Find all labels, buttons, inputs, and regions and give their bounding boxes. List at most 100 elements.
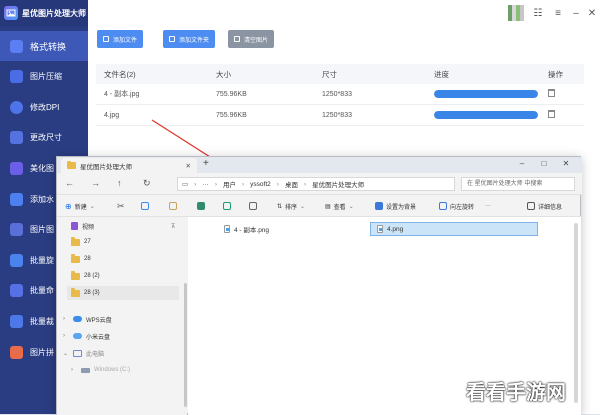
pin-icon: ⊼	[171, 223, 176, 230]
nav-item-label: 小米云盘	[86, 334, 111, 341]
cut-icon[interactable]: ✂	[117, 199, 125, 213]
clear-images-button[interactable]: 清空图片	[228, 30, 275, 48]
details-label: 详细信息	[538, 204, 563, 211]
details-button[interactable]: 详细信息	[527, 199, 562, 213]
nav-item-label: 28 (3)	[84, 290, 100, 296]
crop-icon	[10, 314, 23, 328]
minimize-icon[interactable]: –	[570, 7, 582, 19]
breadcrumb-item[interactable]: 星优图片处理大师	[312, 179, 364, 189]
sort-button[interactable]: ⇅ 排序 ⌄	[277, 199, 305, 213]
up-icon[interactable]: ↑	[117, 178, 122, 188]
chevron-right-icon: ›	[242, 180, 245, 188]
nav-item-video[interactable]: 视频 ⊼	[71, 219, 175, 233]
window-close-icon[interactable]: ✕	[561, 159, 571, 168]
back-icon[interactable]: ←	[65, 178, 74, 188]
delete-icon[interactable]	[249, 199, 257, 213]
forward-icon[interactable]: →	[91, 178, 100, 188]
explorer-tab[interactable]: 星优图片处理大师 ✕	[61, 158, 197, 173]
add-file-button[interactable]: 添加文件	[97, 30, 144, 48]
nav-item-folder[interactable]: 28 (2)	[71, 269, 100, 283]
chevron-right-icon[interactable]: ›	[63, 316, 69, 322]
nav-item-label: 28 (2)	[84, 273, 100, 279]
delete-row-icon[interactable]	[548, 89, 555, 97]
window-maximize-icon[interactable]: □	[539, 159, 549, 168]
user-avatar[interactable]	[508, 5, 524, 21]
nav-item-label: 批量裁	[30, 316, 54, 326]
rotate-icon	[439, 202, 447, 210]
nav-item[interactable]: 更改尺寸	[0, 123, 88, 153]
copy-icon[interactable]	[141, 199, 149, 213]
cell-size: 755.96KB	[216, 111, 247, 119]
explorer-tab-title: 星优图片处理大师	[80, 163, 132, 171]
add-folder-button[interactable]: 添加文件夹	[163, 30, 216, 48]
nav-item[interactable]: 图片压缩	[0, 62, 88, 92]
rename-icon[interactable]	[197, 199, 205, 213]
app-title: 星优图片处理大师	[22, 8, 86, 18]
tab-close-icon[interactable]: ✕	[186, 162, 191, 170]
share-icon[interactable]	[223, 199, 231, 213]
sort-label: 排序	[285, 204, 298, 211]
file-name: 4.png	[387, 225, 404, 233]
close-icon[interactable]: ✕	[586, 7, 598, 19]
breadcrumb-item[interactable]: yssoft2	[250, 181, 271, 188]
menu-icon[interactable]: ≡	[552, 7, 564, 19]
table-body: 4 - 副本.jpg 755.96KB 1250*833 4.jpg 755.96KB 1…	[96, 84, 584, 126]
delete-row-icon[interactable]	[548, 110, 555, 118]
breadcrumb-item[interactable]: 用户	[223, 179, 236, 189]
view-button[interactable]: ▤ 查看 ⌄	[325, 199, 354, 213]
nav-item-label: 添加水	[30, 194, 54, 204]
nav-item-label: 图片压缩	[30, 72, 62, 82]
navigation-scrollbar[interactable]	[184, 283, 187, 407]
nav-item-label: 批量旋	[30, 255, 54, 265]
cell-action	[548, 89, 584, 99]
stitch-icon	[10, 345, 23, 359]
breadcrumb-item[interactable]: 桌面	[285, 179, 298, 189]
chevron-right-icon[interactable]: ›	[63, 333, 69, 339]
new-button[interactable]: ⊕ 新建 ⌄	[65, 199, 95, 213]
cell-progress	[434, 90, 548, 98]
cell-dims: 1250*833	[322, 111, 352, 119]
refresh-icon[interactable]: ↻	[143, 178, 151, 189]
chevron-down-icon[interactable]: ⌄	[63, 350, 69, 357]
address-bar[interactable]: ▭ › ··· › 用户 › yssoft2 › 桌面 › 星优图片处理大师	[177, 177, 455, 191]
cloud-icon	[73, 316, 82, 322]
nav-item-mi-cloud[interactable]: › 小米云盘	[63, 329, 110, 343]
nav-item-folder[interactable]: 28	[71, 252, 91, 266]
file-list-scrollbar[interactable]	[574, 223, 578, 403]
nav-item[interactable]: 修改DPI	[0, 92, 88, 122]
nav-item[interactable]: 格式转换	[0, 31, 88, 61]
table-header: 文件名(2) 大小 尺寸 进度 操作	[96, 64, 584, 84]
chevron-right-icon: ›	[214, 180, 217, 188]
clear-label: 清空图片	[244, 37, 269, 44]
file-item-selected[interactable]: 4.png	[370, 222, 538, 236]
nav-item-this-pc[interactable]: ⌄ 此电脑	[63, 346, 104, 360]
progress-bar	[434, 111, 538, 119]
settings-icon[interactable]: ☷	[532, 7, 544, 19]
add-file-icon	[103, 36, 109, 42]
more-options-icon[interactable]: ···	[485, 199, 491, 213]
more-icon: ···	[202, 180, 209, 188]
chevron-right-icon: ›	[194, 180, 197, 188]
paste-icon[interactable]	[169, 199, 177, 213]
window-minimize-icon[interactable]: –	[517, 159, 527, 168]
new-tab-button[interactable]: +	[203, 158, 209, 169]
image-icon	[10, 223, 23, 237]
col-size: 大小	[216, 69, 231, 79]
set-wallpaper-button[interactable]: 设置为背景	[375, 199, 416, 213]
rotate-button[interactable]: 向左旋转	[439, 199, 474, 213]
chevron-down-icon: ⌄	[300, 203, 306, 210]
nav-item-folder[interactable]: 27	[71, 235, 91, 249]
explorer-search-input[interactable]: 在 星优图片处理大师 中搜索	[461, 177, 575, 191]
folder-icon	[71, 237, 80, 246]
cell-action	[548, 110, 584, 120]
file-item[interactable]: 4 - 副本.png	[218, 222, 368, 236]
chevron-right-icon[interactable]: ›	[71, 367, 77, 373]
details-icon	[527, 202, 535, 210]
cell-size: 755.96KB	[216, 90, 247, 98]
nav-item-wps-cloud[interactable]: › WPS云盘	[63, 312, 112, 326]
nav-item-drive-c[interactable]: › Windows (C:)	[71, 363, 130, 377]
explorer-tab-bar: 星优图片处理大师 ✕ + – □ ✕	[57, 157, 582, 173]
col-progress: 进度	[434, 69, 449, 79]
nav-item-folder-selected[interactable]: 28 (3)	[67, 286, 179, 300]
set-wallpaper-label: 设置为背景	[386, 204, 417, 211]
